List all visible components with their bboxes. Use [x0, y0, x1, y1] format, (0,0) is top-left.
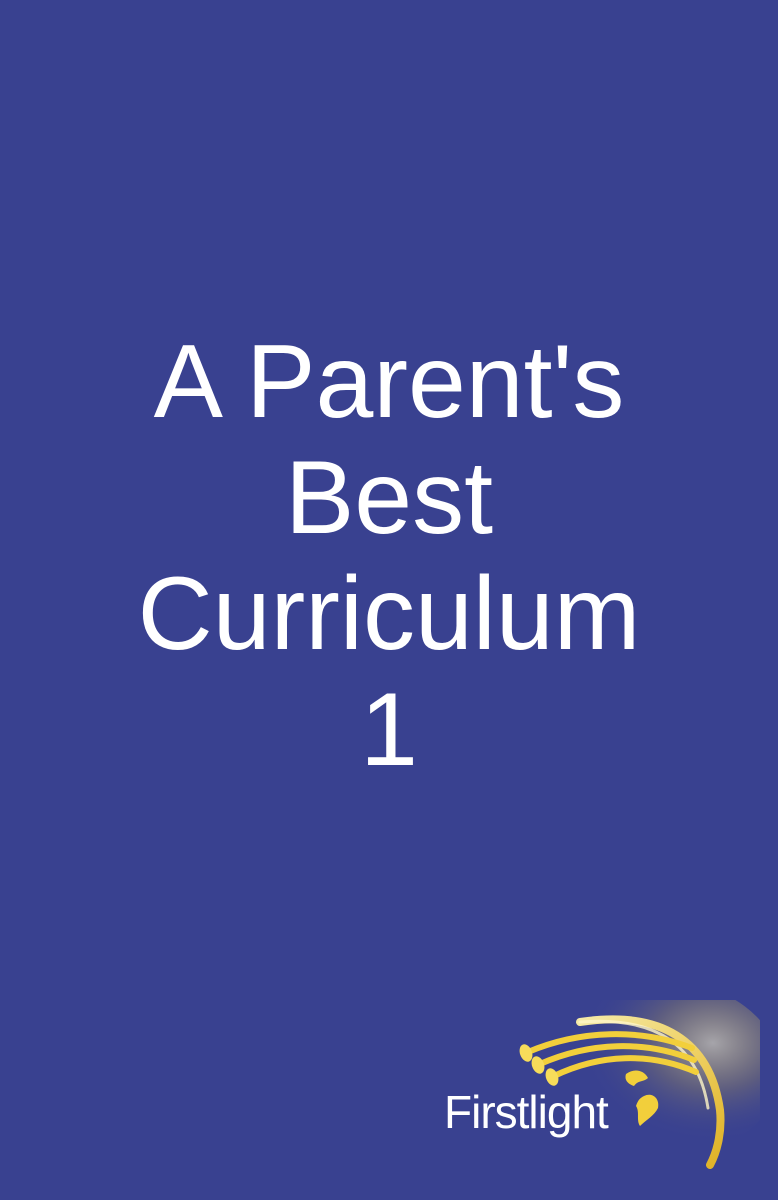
book-cover: A Parent's Best Curriculum 1 Firstlight	[0, 0, 778, 1200]
firstlight-logo: Firstlight	[430, 1000, 760, 1170]
cover-title: A Parent's Best Curriculum 1	[0, 324, 778, 788]
title-line-4: 1	[360, 672, 418, 788]
title-line-3: Curriculum	[137, 556, 641, 672]
logo-text: Firstlight	[444, 1086, 609, 1138]
title-line-1: A Parent's	[153, 324, 625, 440]
title-line-2: Best	[284, 440, 494, 556]
